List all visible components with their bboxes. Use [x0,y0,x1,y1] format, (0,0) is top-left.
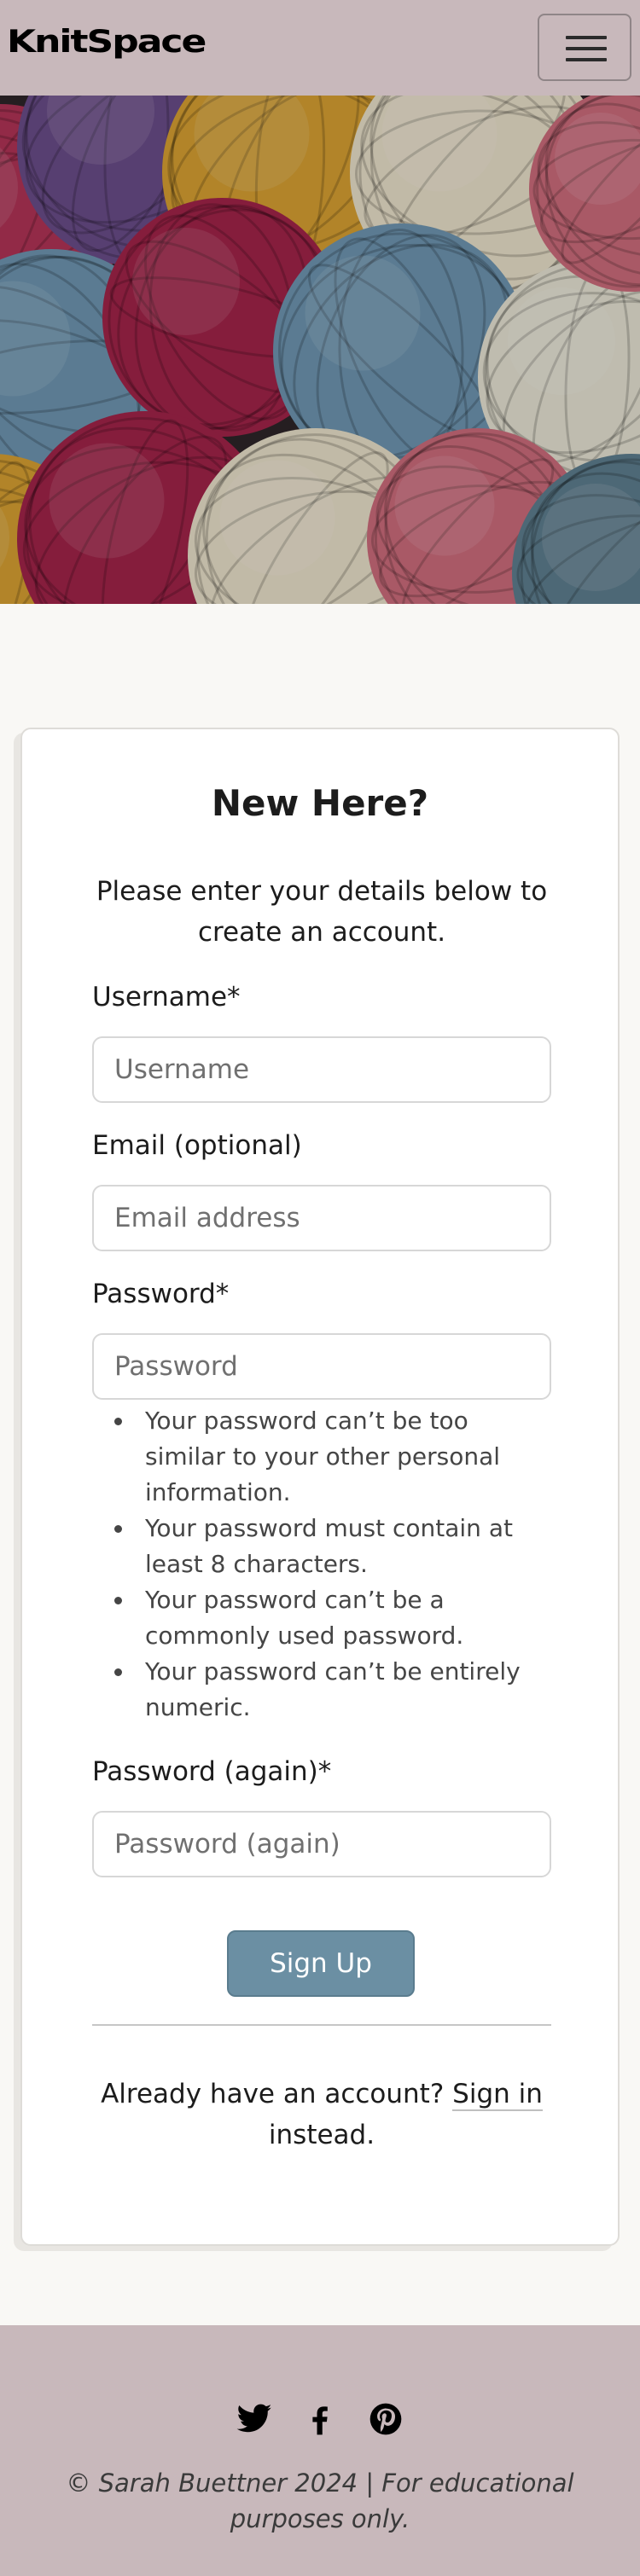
brand-logo[interactable]: KnitSpace [7,24,207,60]
password-label: Password* [92,1279,230,1309]
hero-image [0,96,640,604]
email-input[interactable] [92,1185,551,1251]
facebook-icon[interactable] [301,2400,339,2438]
pinterest-icon[interactable] [367,2400,404,2438]
signup-card: New Here? Please enter your details belo… [20,728,620,2246]
signin-prompt: Already have an account? Sign in instead… [101,2079,543,2150]
menu-toggle-button[interactable] [538,14,631,81]
password-input[interactable] [92,1333,551,1400]
password-again-label: Password (again)* [92,1756,332,1787]
footer: © Sarah Buettner 2024 | For educational … [0,2325,640,2576]
password-help-list: Your password can’t be too similar to yo… [92,1403,553,1726]
password-help-item: Your password can’t be too similar to yo… [92,1403,553,1511]
username-input[interactable] [92,1036,551,1103]
password-help-item: Your password must contain at least 8 ch… [92,1511,553,1582]
sign-in-link[interactable]: Sign in [452,2079,543,2111]
intro-text: Please enter your details below to creat… [96,876,548,948]
twitter-icon[interactable] [236,2400,273,2438]
password-again-input[interactable] [92,1811,551,1877]
page-title: New Here? [211,782,429,824]
username-label: Username* [92,982,241,1012]
navbar: KnitSpace [0,0,640,96]
password-help-item: Your password can’t be a commonly used p… [92,1582,553,1654]
sign-up-button[interactable]: Sign Up [227,1930,415,1997]
copyright-text: © Sarah Buettner 2024 | For educational … [66,2469,574,2533]
yarn-balls-photo [0,96,640,604]
social-links [0,2400,640,2438]
password-help-item: Your password can’t be entirely numeric. [92,1654,553,1726]
email-label: Email (optional) [92,1130,302,1161]
divider [92,2024,551,2026]
